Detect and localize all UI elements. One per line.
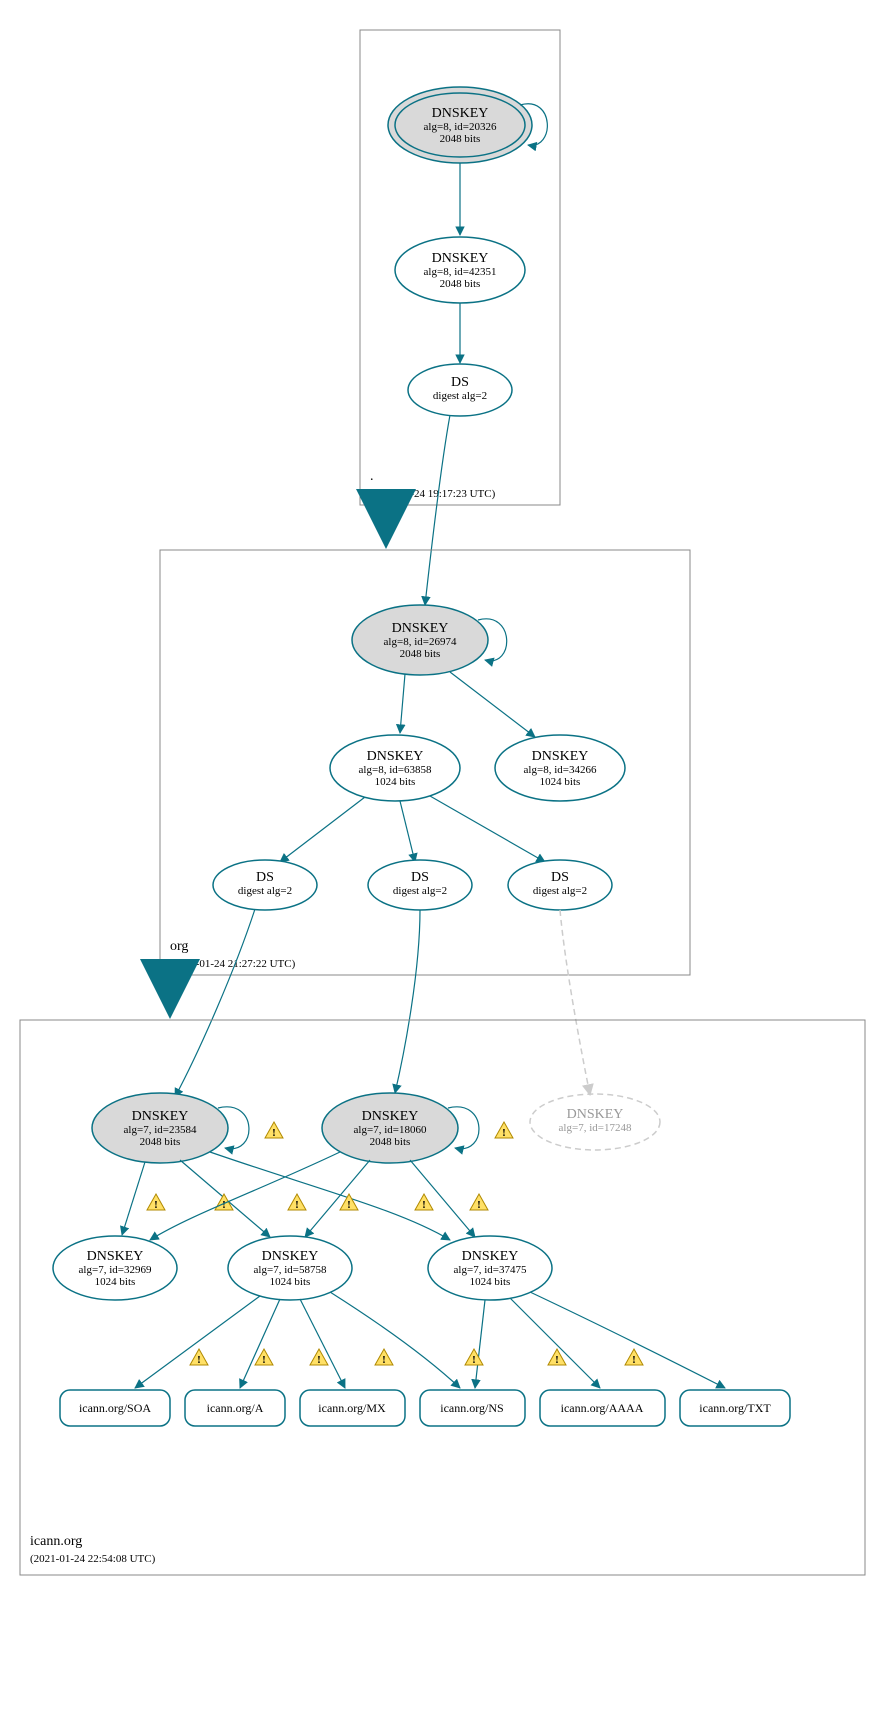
svg-text:2048 bits: 2048 bits	[440, 133, 481, 145]
svg-text:digest alg=2: digest alg=2	[433, 390, 487, 402]
svg-text:DNSKEY: DNSKEY	[367, 749, 424, 764]
svg-text:!: !	[272, 1127, 276, 1139]
svg-text:!: !	[262, 1354, 266, 1366]
svg-text:alg=7, id=18060: alg=7, id=18060	[354, 1124, 427, 1136]
svg-text:alg=8, id=34266: alg=8, id=34266	[524, 764, 597, 776]
svg-text:2048 bits: 2048 bits	[370, 1136, 411, 1148]
svg-text:alg=7, id=58758: alg=7, id=58758	[254, 1264, 327, 1276]
svg-text:DNSKEY: DNSKEY	[87, 1249, 144, 1264]
svg-text:DNSKEY: DNSKEY	[262, 1249, 319, 1264]
svg-text:1024 bits: 1024 bits	[470, 1276, 511, 1288]
svg-text:!: !	[477, 1199, 481, 1211]
svg-text:!: !	[222, 1199, 226, 1211]
warning-icon: !	[470, 1194, 488, 1211]
svg-text:DS: DS	[411, 870, 429, 885]
svg-text:DNSKEY: DNSKEY	[532, 749, 589, 764]
svg-text:!: !	[197, 1354, 201, 1366]
svg-text:DNSKEY: DNSKEY	[462, 1249, 519, 1264]
svg-text:icann.org/AAAA: icann.org/AAAA	[561, 1401, 644, 1415]
svg-text:alg=7, id=37475: alg=7, id=37475	[454, 1264, 527, 1276]
dnssec-diagram: . (2021-01-24 19:17:23 UTC) DNSKEY alg=8…	[0, 0, 893, 1721]
warning-icon: !	[190, 1349, 208, 1366]
svg-text:1024 bits: 1024 bits	[95, 1276, 136, 1288]
warning-icon: !	[495, 1122, 513, 1139]
warning-icon: !	[255, 1349, 273, 1366]
svg-text:alg=8, id=20326: alg=8, id=20326	[424, 121, 497, 133]
svg-text:!: !	[295, 1199, 299, 1211]
svg-text:icann.org/NS: icann.org/NS	[440, 1401, 503, 1415]
zone-org-name: org	[170, 939, 188, 954]
svg-text:!: !	[472, 1354, 476, 1366]
warning-icon: !	[147, 1194, 165, 1211]
svg-text:icann.org/A: icann.org/A	[207, 1401, 264, 1415]
svg-text:alg=8, id=42351: alg=8, id=42351	[424, 266, 497, 278]
warning-icon: !	[265, 1122, 283, 1139]
zone-icann-ts: (2021-01-24 22:54:08 UTC)	[30, 1553, 156, 1565]
svg-text:digest alg=2: digest alg=2	[533, 885, 587, 897]
svg-text:DNSKEY: DNSKEY	[132, 1109, 189, 1124]
svg-text:alg=8, id=26974: alg=8, id=26974	[384, 636, 457, 648]
svg-text:!: !	[154, 1199, 158, 1211]
zone-icann-name: icann.org	[30, 1534, 82, 1549]
svg-text:DS: DS	[451, 375, 469, 390]
svg-text:2048 bits: 2048 bits	[140, 1136, 181, 1148]
svg-text:icann.org/SOA: icann.org/SOA	[79, 1401, 151, 1415]
svg-text:DNSKEY: DNSKEY	[392, 621, 449, 636]
svg-text:DNSKEY: DNSKEY	[362, 1109, 419, 1124]
svg-text:1024 bits: 1024 bits	[270, 1276, 311, 1288]
svg-text:!: !	[382, 1354, 386, 1366]
warning-icon: !	[310, 1349, 328, 1366]
svg-text:alg=7, id=17248: alg=7, id=17248	[559, 1122, 632, 1134]
svg-text:DS: DS	[551, 870, 569, 885]
svg-text:alg=7, id=23584: alg=7, id=23584	[124, 1124, 197, 1136]
warning-icon: !	[625, 1349, 643, 1366]
svg-text:2048 bits: 2048 bits	[400, 648, 441, 660]
svg-text:DNSKEY: DNSKEY	[432, 106, 489, 121]
svg-text:!: !	[317, 1354, 321, 1366]
svg-text:DNSKEY: DNSKEY	[567, 1107, 624, 1122]
warning-icon: !	[340, 1194, 358, 1211]
svg-text:1024 bits: 1024 bits	[375, 776, 416, 788]
svg-text:!: !	[502, 1127, 506, 1139]
svg-text:alg=7, id=32969: alg=7, id=32969	[79, 1264, 152, 1276]
svg-text:!: !	[347, 1199, 351, 1211]
svg-text:icann.org/MX: icann.org/MX	[318, 1401, 386, 1415]
svg-text:digest alg=2: digest alg=2	[238, 885, 292, 897]
svg-text:DNSKEY: DNSKEY	[432, 251, 489, 266]
svg-text:!: !	[555, 1354, 559, 1366]
svg-text:DS: DS	[256, 870, 274, 885]
zone-root-name: .	[370, 469, 374, 484]
warning-icon: !	[415, 1194, 433, 1211]
svg-text:icann.org/TXT: icann.org/TXT	[699, 1401, 771, 1415]
svg-text:digest alg=2: digest alg=2	[393, 885, 447, 897]
svg-text:alg=8, id=63858: alg=8, id=63858	[359, 764, 432, 776]
warning-icon: !	[375, 1349, 393, 1366]
warning-icon: !	[288, 1194, 306, 1211]
svg-text:!: !	[422, 1199, 426, 1211]
zone-root-ts: (2021-01-24 19:17:23 UTC)	[370, 488, 496, 500]
warning-icon: !	[465, 1349, 483, 1366]
svg-text:1024 bits: 1024 bits	[540, 776, 581, 788]
svg-text:2048 bits: 2048 bits	[440, 278, 481, 290]
svg-text:!: !	[632, 1354, 636, 1366]
